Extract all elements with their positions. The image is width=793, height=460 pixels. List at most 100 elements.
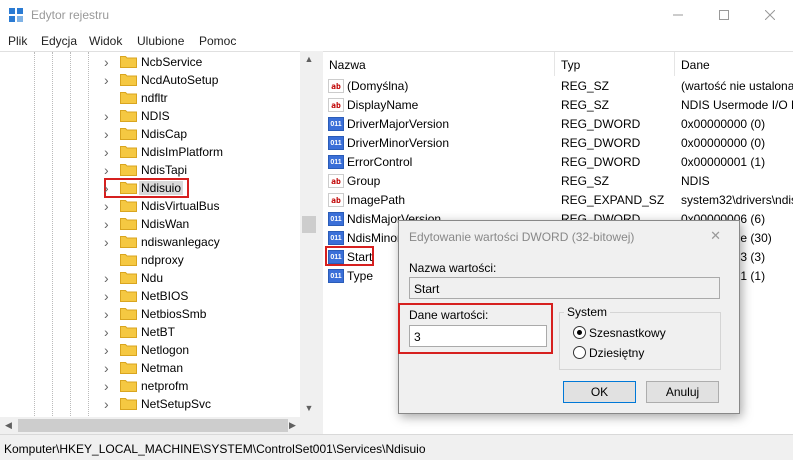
folder-icon	[120, 380, 137, 392]
string-value-icon: ab	[328, 79, 344, 93]
tree-item-label: NdisCap	[141, 127, 188, 141]
dword-value-icon: 011	[328, 155, 344, 169]
expand-chevron-icon[interactable]: ›	[104, 343, 114, 357]
column-header-name[interactable]: Nazwa	[323, 52, 555, 76]
tree-item[interactable]: › NetBT	[0, 323, 300, 341]
tree-item-label: ndiswanlegacy	[141, 235, 220, 249]
dword-value-icon: 011	[328, 231, 344, 245]
scroll-left-icon[interactable]: ◀	[0, 417, 17, 434]
value-row[interactable]: 011 ErrorControl REG_DWORD 0x00000001 (1)	[323, 153, 793, 172]
value-data-cell: 0x00000001 (1)	[681, 155, 766, 169]
expand-chevron-icon[interactable]: ›	[104, 361, 114, 375]
menu-edit[interactable]: Edycja	[41, 34, 77, 48]
tree-item-label: NdisTapi	[141, 163, 188, 177]
tree-item[interactable]: › NetBIOS	[0, 287, 300, 305]
folder-icon	[120, 56, 137, 68]
column-header-data[interactable]: Dane	[675, 52, 793, 76]
expand-chevron-icon[interactable]: ›	[104, 307, 114, 321]
dialog-close-icon[interactable]: ✕	[710, 228, 721, 244]
scroll-up-icon[interactable]: ▲	[300, 51, 318, 68]
expand-chevron-icon[interactable]: ›	[104, 109, 114, 123]
radio-decimal[interactable]	[573, 346, 586, 359]
value-row[interactable]: 011 DriverMajorVersion REG_DWORD 0x00000000…	[323, 115, 793, 134]
expand-chevron-icon[interactable]: ›	[104, 397, 114, 411]
cancel-button[interactable]: Anuluj	[646, 381, 719, 403]
close-button[interactable]	[747, 0, 793, 30]
tree-item-label: Ndisuio	[139, 181, 184, 195]
tree-item[interactable]: › NdisImPlatform	[0, 143, 300, 161]
tree-item[interactable]: ndfltr	[0, 89, 300, 107]
column-header-type[interactable]: Typ	[555, 52, 675, 76]
tree-item[interactable]: › ndiswanlegacy	[0, 233, 300, 251]
value-row[interactable]: ab ImagePath REG_EXPAND_SZ system32\drivers…	[323, 191, 793, 210]
radio-hexadecimal-label[interactable]: Szesnastkowy	[589, 326, 666, 340]
string-value-icon: ab	[328, 193, 344, 207]
tree-item[interactable]: › NcbService	[0, 53, 300, 71]
minimize-button[interactable]	[655, 0, 701, 30]
ok-button[interactable]: OK	[563, 381, 636, 403]
tree-item[interactable]: › Ndu	[0, 269, 300, 287]
dword-value-icon: 011	[328, 117, 344, 131]
tree-item[interactable]: › Netlogon	[0, 341, 300, 359]
tree-item-label: NcdAutoSetup	[141, 73, 219, 87]
tree-item[interactable]: › NDIS	[0, 107, 300, 125]
tree-item[interactable]: › NdisVirtualBus	[0, 197, 300, 215]
expand-chevron-icon[interactable]: ›	[104, 379, 114, 393]
expand-chevron-icon[interactable]: ›	[104, 271, 114, 285]
scroll-right-icon[interactable]: ▶	[284, 417, 301, 434]
expand-chevron-icon[interactable]: ›	[104, 217, 114, 231]
scrollbar-thumb[interactable]	[302, 216, 316, 233]
expand-chevron-icon[interactable]: ›	[104, 235, 114, 249]
folder-icon	[120, 92, 137, 104]
value-type-cell: REG_EXPAND_SZ	[561, 193, 665, 207]
tree-horizontal-scrollbar[interactable]: ◀ ▶	[0, 417, 318, 434]
expand-chevron-icon[interactable]: ›	[104, 163, 114, 177]
folder-icon	[120, 182, 137, 194]
radio-hexadecimal[interactable]	[573, 326, 586, 339]
menu-help[interactable]: Pomoc	[199, 34, 236, 48]
expand-chevron-icon[interactable]: ›	[104, 325, 114, 339]
tree-item[interactable]: › Ndisuio	[0, 178, 300, 198]
scroll-down-icon[interactable]: ▼	[300, 400, 318, 417]
expand-chevron-icon[interactable]: ›	[104, 73, 114, 87]
expand-chevron-icon[interactable]: ›	[104, 55, 114, 69]
value-name-field[interactable]: Start	[409, 277, 720, 299]
folder-icon	[120, 74, 137, 86]
registry-tree: › NcbService › NcdAutoSetup ndfltr › NDIS › Ndis…	[0, 51, 318, 417]
tree-item[interactable]: › NetSetupSvc	[0, 395, 300, 413]
maximize-button[interactable]	[701, 0, 747, 30]
value-row[interactable]: ab (Domyślna) REG_SZ (wartość nie ustalona)	[323, 77, 793, 96]
expand-chevron-icon[interactable]: ›	[104, 199, 114, 213]
expand-chevron-icon[interactable]: ›	[104, 289, 114, 303]
tree-item[interactable]: › NdisWan	[0, 215, 300, 233]
value-type-cell: REG_DWORD	[561, 117, 641, 131]
value-data-label: Dane wartości:	[409, 308, 489, 322]
menu-file[interactable]: Plik	[8, 34, 27, 48]
folder-icon	[120, 398, 137, 410]
value-name-cell: DriverMajorVersion	[347, 117, 450, 131]
expand-chevron-icon[interactable]: ›	[104, 181, 114, 195]
value-row[interactable]: ab Group REG_SZ NDIS	[323, 172, 793, 191]
expand-chevron-icon[interactable]: ›	[104, 145, 114, 159]
value-type-cell: REG_SZ	[561, 79, 610, 93]
tree-item[interactable]: › Netman	[0, 359, 300, 377]
tree-item[interactable]: › NetbiosSmb	[0, 305, 300, 323]
value-row[interactable]: 011 DriverMinorVersion REG_DWORD 0x00000000…	[323, 134, 793, 153]
status-bar: Komputer\HKEY_LOCAL_MACHINE\SYSTEM\Contr…	[0, 434, 793, 460]
expand-chevron-icon[interactable]: ›	[104, 127, 114, 141]
status-path: Komputer\HKEY_LOCAL_MACHINE\SYSTEM\Contr…	[4, 442, 426, 456]
menu-view[interactable]: Widok	[89, 34, 122, 48]
tree-item[interactable]: › NdisTapi	[0, 161, 300, 179]
value-row[interactable]: abDisplayName REG_SZ NDIS Usermode I/O Pro…	[323, 96, 793, 115]
value-name-cell: Group	[347, 174, 381, 188]
tree-item[interactable]: › netprofm	[0, 377, 300, 395]
tree-item[interactable]: ndproxy	[0, 251, 300, 269]
radio-decimal-label[interactable]: Dziesiętny	[589, 346, 644, 360]
value-data-field[interactable]: 3	[409, 325, 547, 347]
tree-item[interactable]: › NcdAutoSetup	[0, 71, 300, 89]
menu-favorites[interactable]: Ulubione	[137, 34, 184, 48]
window-title: Edytor rejestru	[31, 8, 110, 22]
scrollbar-thumb[interactable]	[18, 419, 288, 432]
tree-item[interactable]: › NdisCap	[0, 125, 300, 143]
tree-vertical-scrollbar[interactable]: ▲ ▼	[300, 51, 318, 417]
